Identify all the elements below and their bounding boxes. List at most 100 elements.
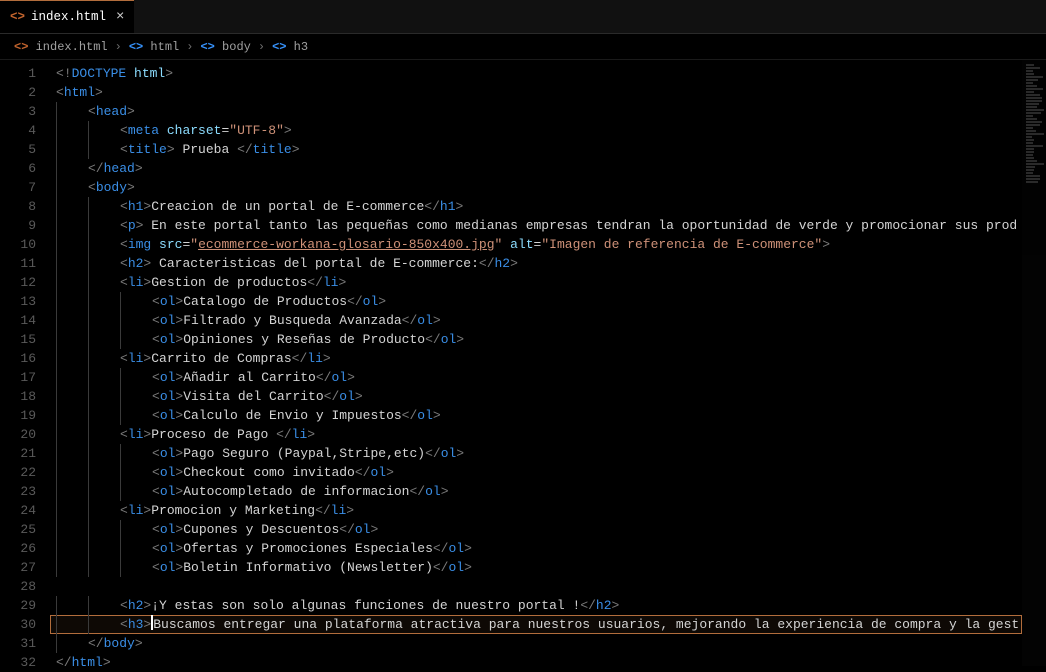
token-tag: ol	[339, 389, 355, 404]
code-line[interactable]: <ol>Filtrado y Busqueda Avanzada</ol>	[50, 311, 1022, 330]
token-tag: ol	[417, 408, 433, 423]
code-line[interactable]: <meta charset="UTF-8">	[50, 121, 1022, 140]
code-line[interactable]: <h3>Buscamos entregar una plataforma atr…	[50, 615, 1022, 634]
token-brk: >	[127, 180, 135, 195]
minimap-line	[1026, 175, 1040, 177]
token-txt: Calculo de Envio y Impuestos	[183, 408, 401, 423]
code-line[interactable]: <title> Prueba </title>	[50, 140, 1022, 159]
code-line[interactable]: <img src="ecommerce-workana-glosario-850…	[50, 235, 1022, 254]
token-brk: >	[441, 484, 449, 499]
minimap-line	[1026, 136, 1032, 138]
token-txt: Opiniones y Reseñas de Producto	[183, 332, 425, 347]
code-line[interactable]: <!DOCTYPE html>	[50, 64, 1022, 83]
minimap-line	[1026, 139, 1034, 141]
code-line[interactable]: <head>	[50, 102, 1022, 121]
chevron-right-icon: ›	[258, 40, 265, 54]
code-line[interactable]: <body>	[50, 178, 1022, 197]
code-line[interactable]: <li>Promocion y Marketing</li>	[50, 501, 1022, 520]
code-line[interactable]: <h2>¡Y estas son solo algunas funciones …	[50, 596, 1022, 615]
token-tag: h1	[128, 199, 144, 214]
line-number: 19	[0, 406, 36, 425]
code-line[interactable]: <h1>Creacion de un portal de E-commerce<…	[50, 197, 1022, 216]
code-line[interactable]: </body>	[50, 634, 1022, 653]
minimap-line	[1026, 115, 1033, 117]
code-line[interactable]: <ol>Visita del Carrito</ol>	[50, 387, 1022, 406]
token-brk: >	[167, 142, 175, 157]
token-brk: </	[307, 275, 323, 290]
token-brk: </	[292, 351, 308, 366]
code-line[interactable]: <ol>Ofertas y Promociones Especiales</ol…	[50, 539, 1022, 558]
token-brk: <	[120, 218, 128, 233]
tab-index-html[interactable]: <> index.html ×	[0, 0, 134, 33]
line-number: 27	[0, 558, 36, 577]
line-number: 20	[0, 425, 36, 444]
token-tag: ol	[417, 313, 433, 328]
breadcrumb-label: h3	[286, 40, 308, 54]
code-line[interactable]: <html>	[50, 83, 1022, 102]
close-icon[interactable]: ×	[116, 10, 124, 24]
breadcrumb-item[interactable]: <> body	[200, 40, 250, 54]
code-line[interactable]	[50, 577, 1022, 596]
breadcrumb-label: body	[215, 40, 251, 54]
token-brk: <	[120, 123, 128, 138]
minimap-line	[1026, 127, 1033, 129]
line-number: 2	[0, 83, 36, 102]
breadcrumb-item[interactable]: <> h3	[272, 40, 308, 54]
code-line[interactable]: <li>Carrito de Compras</li>	[50, 349, 1022, 368]
token-txt: Carrito de Compras	[151, 351, 291, 366]
token-tag: ol	[331, 370, 347, 385]
token-brk: <	[152, 294, 160, 309]
breadcrumb-item[interactable]: <> index.html	[14, 40, 108, 54]
token-brk: >	[103, 655, 111, 666]
code-line[interactable]: <ol>Boletin Informativo (Newsletter)</ol…	[50, 558, 1022, 577]
code-line[interactable]: </html>	[50, 653, 1022, 666]
token-txt: Pago Seguro (Paypal,Stripe,etc)	[183, 446, 425, 461]
token-brk: >	[370, 522, 378, 537]
line-number: 24	[0, 501, 36, 520]
token-brk: <	[120, 256, 128, 271]
code-line[interactable]: <ol>Opiniones y Reseñas de Producto</ol>	[50, 330, 1022, 349]
code-line[interactable]: <li>Proceso de Pago </li>	[50, 425, 1022, 444]
minimap-line	[1026, 181, 1038, 183]
token-txt: En este portal tanto las pequeñas como m…	[143, 218, 1017, 233]
token-brk: <	[152, 465, 160, 480]
breadcrumb-item[interactable]: <> html	[129, 40, 179, 54]
editor[interactable]: 1234567891011121314151617181920212223242…	[0, 60, 1046, 666]
line-number: 21	[0, 444, 36, 463]
token-brk: >	[165, 66, 173, 81]
code-line[interactable]: </head>	[50, 159, 1022, 178]
code-line[interactable]: <ol>Cupones y Descuentos</ol>	[50, 520, 1022, 539]
token-brk: </	[316, 370, 332, 385]
code-area[interactable]: <!DOCTYPE html><html><head><meta charset…	[50, 60, 1022, 666]
code-line[interactable]: <p> En este portal tanto las pequeñas co…	[50, 216, 1022, 235]
code-line[interactable]: <li>Gestion de productos</li>	[50, 273, 1022, 292]
code-line[interactable]: <h2> Caracteristicas del portal de E-com…	[50, 254, 1022, 273]
minimap-line	[1026, 163, 1044, 165]
token-brk: <	[56, 85, 64, 100]
code-line[interactable]: <ol>Calculo de Envio y Impuestos</ol>	[50, 406, 1022, 425]
line-number: 23	[0, 482, 36, 501]
token-brk: >	[338, 275, 346, 290]
tab-label: index.html	[31, 10, 106, 24]
token-txt: Creacion de un portal de E-commerce	[151, 199, 424, 214]
token-tag: li	[307, 351, 323, 366]
minimap-line	[1026, 112, 1041, 114]
code-line[interactable]: <ol>Catalogo de Productos</ol>	[50, 292, 1022, 311]
token-tag: body	[104, 636, 135, 651]
token-txt: ¡Y estas son solo algunas funciones de n…	[151, 598, 580, 613]
code-line[interactable]: <ol>Pago Seguro (Paypal,Stripe,etc)</ol>	[50, 444, 1022, 463]
chevron-right-icon: ›	[186, 40, 193, 54]
token-brk: <	[152, 522, 160, 537]
line-number-gutter: 1234567891011121314151617181920212223242…	[0, 60, 50, 666]
minimap[interactable]	[1022, 60, 1046, 666]
code-line[interactable]: <ol>Autocompletado de informacion</ol>	[50, 482, 1022, 501]
token-tag: ol	[160, 389, 176, 404]
token-tag: html	[64, 85, 95, 100]
token-brk: <	[152, 446, 160, 461]
token-attr: alt	[510, 237, 533, 252]
token-tag: title	[128, 142, 167, 157]
code-line[interactable]: <ol>Checkout como invitado</ol>	[50, 463, 1022, 482]
minimap-line	[1026, 82, 1033, 84]
code-line[interactable]: <ol>Añadir al Carrito</ol>	[50, 368, 1022, 387]
token-brk: </	[339, 522, 355, 537]
